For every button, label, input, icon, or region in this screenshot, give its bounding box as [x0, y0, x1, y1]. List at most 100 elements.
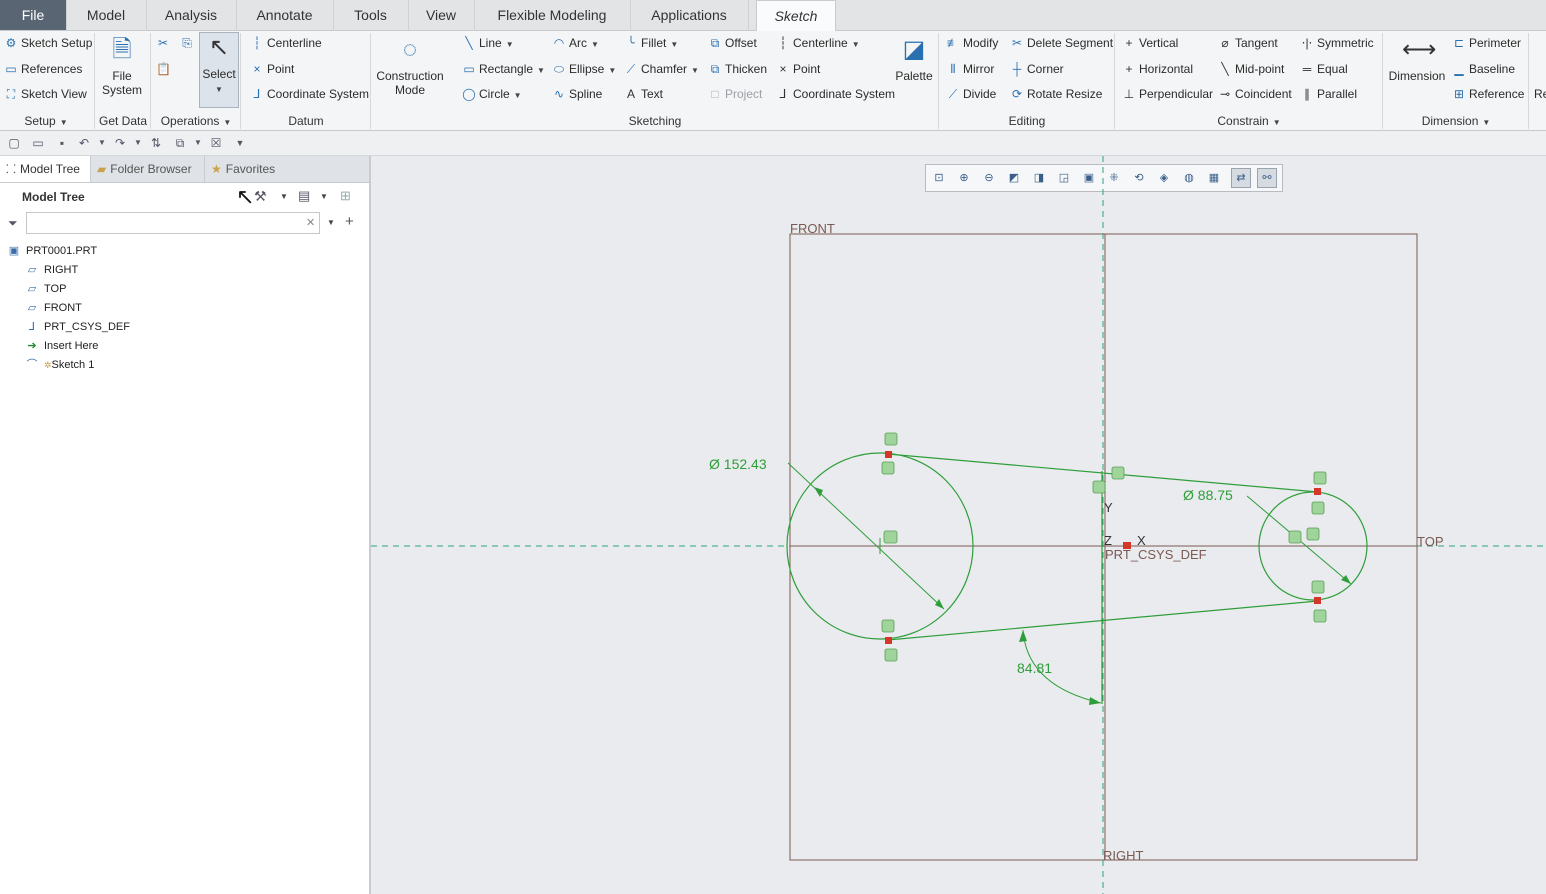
midpoint-constraint-button[interactable]: ╲ Mid-point	[1218, 59, 1284, 79]
new-icon[interactable]: ▢	[6, 135, 22, 151]
horizontal-constraint-button[interactable]: + Horizontal	[1122, 59, 1193, 79]
sketch-centerline-button[interactable]: ┆ Centerline ▼	[776, 33, 859, 53]
rectangle-button[interactable]: ▭ Rectangle ▼	[462, 59, 545, 79]
close-window-icon[interactable]: ☒	[208, 135, 224, 151]
sketch-coordinate-system-button[interactable]: ⅃ Coordinate System	[776, 84, 895, 104]
tangent-constraint-icon[interactable]	[881, 461, 895, 475]
tab-analysis[interactable]: Analysis	[146, 0, 237, 30]
tab-tools[interactable]: Tools	[333, 0, 409, 30]
endpoint-marker[interactable]	[1314, 597, 1321, 604]
delete-segment-button[interactable]: ✂ Delete Segment	[1010, 33, 1113, 53]
divide-button[interactable]: ⟋ Divide	[946, 84, 997, 104]
tab-model[interactable]: Model	[66, 0, 147, 30]
tree-search-input[interactable]	[26, 212, 320, 234]
tree-item-top[interactable]: ▱ TOP	[24, 280, 67, 298]
rotate-resize-button[interactable]: ⟳ Rotate Resize	[1010, 84, 1102, 104]
construction-mode-button[interactable]: ◌ Construction Mode	[374, 35, 446, 97]
windows-icon[interactable]: ⧉	[172, 135, 188, 151]
tangent-constraint-icon[interactable]	[1313, 609, 1327, 623]
constrain-group-label[interactable]: Constrain ▼	[1116, 113, 1382, 129]
endpoint-marker[interactable]	[1314, 488, 1321, 495]
angle-dimension[interactable]: 84.81	[1017, 660, 1052, 676]
project-button[interactable]: □ Project	[708, 84, 762, 104]
diameter-dimension-large[interactable]: Ø 152.43	[709, 456, 767, 472]
corner-button[interactable]: ┼ Corner	[1010, 59, 1064, 79]
datum-coordinate-system-button[interactable]: ⅃ Coordinate System	[250, 84, 369, 104]
chamfer-button[interactable]: ⟋ Chamfer ▼	[624, 59, 699, 79]
tree-item-insert-here[interactable]: ➔ Insert Here	[24, 337, 98, 355]
equal-constraint-icon[interactable]	[1288, 530, 1302, 544]
cut-button[interactable]: ✂	[156, 33, 173, 53]
ellipse-button[interactable]: ⬭ Ellipse ▼	[552, 59, 616, 79]
clear-icon[interactable]: ✕	[306, 216, 315, 229]
arc-button[interactable]: ◠ Arc ▼	[552, 33, 599, 53]
endpoint-marker[interactable]	[885, 637, 892, 644]
tab-folder-browser[interactable]: ▰ Folder Browser	[90, 156, 205, 182]
palette-button[interactable]: ◪ Palette	[892, 35, 936, 83]
text-button[interactable]: A Text	[624, 84, 663, 104]
open-icon[interactable]: ▭	[30, 135, 46, 151]
customize-icon[interactable]: ▼	[232, 135, 248, 151]
coincident-constraint-icon[interactable]	[1306, 527, 1320, 541]
chevron-down-icon[interactable]: ▼	[94, 135, 110, 151]
coincident-constraint-button[interactable]: ⊸ Coincident	[1218, 84, 1292, 104]
mirror-button[interactable]: ⫴ Mirror	[946, 59, 994, 79]
offset-button[interactable]: ⧉ Offset	[708, 33, 757, 53]
tab-sketch[interactable]: Sketch	[756, 0, 836, 31]
tree-item-part[interactable]: ▣ PRT0001.PRT	[6, 242, 97, 260]
tangent-constraint-icon[interactable]	[1311, 580, 1325, 594]
datum-point-button[interactable]: × Point	[250, 59, 294, 79]
symmetric-constraint-button[interactable]: ⋅|⋅ Symmetric	[1300, 33, 1374, 53]
tangent-constraint-icon[interactable]	[1311, 501, 1325, 515]
chevron-down-icon[interactable]: ▼	[280, 192, 288, 201]
endpoint-marker[interactable]	[885, 451, 892, 458]
equal-constraint-icon[interactable]	[883, 530, 898, 544]
thicken-button[interactable]: ⧉ Thicken	[708, 59, 767, 79]
coincident-constraint-icon[interactable]	[1111, 466, 1125, 480]
reference-button[interactable]: ⊞ Reference	[1452, 84, 1524, 104]
dimension-button[interactable]: ⟷ Dimension	[1386, 35, 1448, 83]
tree-filter-icon[interactable]: ⊞	[340, 188, 351, 204]
tangent-constraint-icon[interactable]	[884, 432, 898, 446]
copy-button[interactable]: ⎘	[180, 33, 197, 53]
add-icon[interactable]: +	[345, 213, 354, 230]
chevron-down-icon[interactable]: ▼	[327, 218, 335, 227]
truncated-group-button[interactable]: Re	[1534, 84, 1546, 104]
line-button[interactable]: ╲ Line ▼	[462, 33, 513, 53]
setup-group-label[interactable]: Setup ▼	[0, 113, 92, 129]
tab-flexible-modeling[interactable]: Flexible Modeling	[474, 0, 631, 30]
tangent-constraint-button[interactable]: ⌀ Tangent	[1218, 33, 1277, 53]
equal-constraint-button[interactable]: ═ Equal	[1300, 59, 1348, 79]
spline-button[interactable]: ∿ Spline	[552, 84, 602, 104]
chevron-down-icon[interactable]: ▼	[320, 192, 328, 201]
modify-button[interactable]: ≢ Modify	[946, 33, 998, 53]
operations-group-label[interactable]: Operations ▼	[154, 113, 238, 129]
tree-item-right[interactable]: ▱ RIGHT	[24, 261, 78, 279]
tab-applications[interactable]: Applications	[630, 0, 749, 30]
save-icon[interactable]: ▪	[54, 135, 70, 151]
tangent-constraint-icon[interactable]	[881, 619, 895, 633]
parallel-constraint-button[interactable]: ∥ Parallel	[1300, 84, 1357, 104]
tangent-constraint-icon[interactable]	[884, 648, 898, 662]
file-system-button[interactable]: 🗎 File System	[98, 35, 146, 97]
tree-item-csys[interactable]: ⅃ PRT_CSYS_DEF	[24, 318, 130, 336]
chevron-down-icon[interactable]: ▼	[130, 135, 146, 151]
datum-centerline-button[interactable]: ┆ Centerline	[250, 33, 321, 53]
regenerate-icon[interactable]: ⇅	[148, 135, 164, 151]
perpendicular-constraint-button[interactable]: ⊥ Perpendicular	[1122, 84, 1213, 104]
fillet-button[interactable]: ╰ Fillet ▼	[624, 33, 678, 53]
tree-item-sketch[interactable]: ⌒ ✲Sketch 1	[24, 356, 95, 374]
vertical-constraint-button[interactable]: + Vertical	[1122, 33, 1178, 53]
dimension-group-label[interactable]: Dimension ▼	[1384, 113, 1528, 129]
undo-icon[interactable]: ↶	[76, 135, 92, 151]
sketch-setup-button[interactable]: ⚙ Sketch Setup	[4, 33, 93, 53]
tab-model-tree[interactable]: ⸬ Model Tree	[0, 156, 90, 182]
tab-file[interactable]: File	[0, 0, 67, 30]
redo-icon[interactable]: ↷	[112, 135, 128, 151]
perimeter-button[interactable]: ⊏ Perimeter	[1452, 33, 1521, 53]
diameter-dimension-small[interactable]: Ø 88.75	[1183, 487, 1233, 503]
sketch-view-button[interactable]: ⛶ Sketch View	[4, 84, 87, 104]
tree-item-front[interactable]: ▱ FRONT	[24, 299, 82, 317]
baseline-button[interactable]: ▁ Baseline	[1452, 59, 1515, 79]
sketch-point-button[interactable]: × Point	[776, 59, 820, 79]
